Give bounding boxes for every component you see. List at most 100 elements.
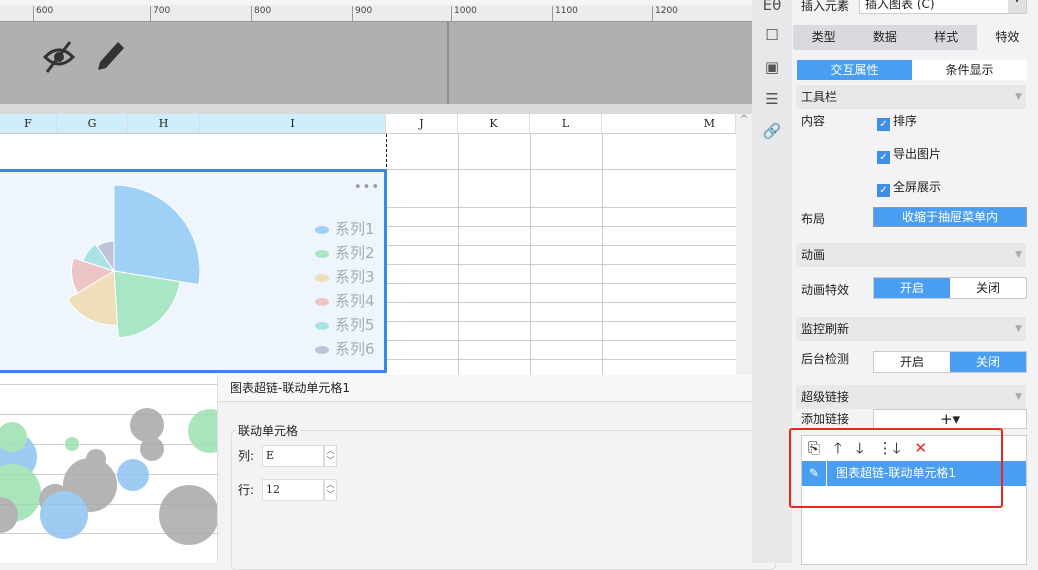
subtab-interaction[interactable]: 交互属性	[797, 60, 912, 80]
bubble	[130, 408, 164, 442]
legend-marker	[315, 345, 329, 354]
row-stepper[interactable]: ︿ ﹀	[324, 479, 337, 501]
section-title: 监控刷新	[801, 322, 850, 336]
ruler-tick: 700	[150, 6, 170, 22]
collapse-icon[interactable]: ▼	[1015, 385, 1022, 409]
collapse-icon[interactable]: ▼	[1015, 317, 1022, 341]
animation-label: 动画特效	[801, 283, 850, 297]
column-header[interactable]: J	[386, 114, 458, 133]
legend-item[interactable]: 系列2	[315, 242, 375, 263]
side-icon-bar: Eθ ☐ ▣ ☰ 🔗	[752, 0, 792, 563]
bubble	[159, 485, 217, 545]
legend-item[interactable]: 系列3	[315, 266, 375, 287]
tab-type[interactable]: 类型	[793, 25, 854, 50]
column-header[interactable]: L	[530, 114, 602, 133]
checkbox-fullscreen[interactable]: ✓ 全屏展示	[877, 178, 941, 197]
layout-block-area[interactable]	[0, 22, 752, 104]
layout-icon[interactable]: ☰	[762, 90, 782, 110]
legend-label: 系列2	[335, 244, 375, 262]
tab-effects[interactable]: 特效	[976, 25, 1038, 50]
rose-pie-chart	[66, 184, 201, 339]
linked-cell-group: 联动单元格 列: E ︿ ﹀ 行: 12 ︿ ﹀	[231, 422, 776, 570]
col-label: 列:	[238, 449, 255, 463]
ruler-tick: 1200	[652, 6, 678, 22]
row-label: 行:	[238, 483, 255, 497]
section-title: 超级链接	[801, 390, 850, 404]
chevron-down-icon[interactable]: ∨	[1008, 0, 1026, 13]
tab-data[interactable]: 数据	[854, 25, 915, 50]
legend-marker	[315, 225, 329, 234]
section-hyperlink[interactable]: 超级链接 ▼	[796, 385, 1026, 409]
eye-slash-icon[interactable]	[42, 40, 76, 74]
legend-item[interactable]: 系列6	[315, 338, 375, 359]
tab-style[interactable]: 样式	[916, 25, 977, 50]
layout-select[interactable]: 收缩于抽屉菜单内	[873, 207, 1027, 227]
toggle-on[interactable]: 开启	[874, 352, 950, 372]
bubble	[65, 437, 79, 451]
legend-item[interactable]: 系列5	[315, 314, 375, 335]
column-header[interactable]: M	[602, 114, 736, 133]
monitor-label: 后台检测	[801, 352, 850, 366]
column-header[interactable]: H	[128, 114, 200, 133]
check-icon: ✓	[877, 184, 890, 197]
scroll-up-icon[interactable]: ^	[740, 114, 748, 125]
checkbox-sort[interactable]: ✓ 排序	[877, 112, 917, 131]
pie-slice[interactable]	[113, 184, 201, 286]
legend-marker	[315, 321, 329, 330]
add-link-label: 添加链接	[801, 412, 850, 426]
frame-icon[interactable]: ☐	[762, 26, 782, 46]
legend-marker	[315, 249, 329, 258]
column-header[interactable]: I	[200, 114, 386, 133]
checkbox-label: 排序	[893, 114, 918, 128]
add-link-button[interactable]: +▾	[873, 409, 1027, 429]
column-header[interactable]: G	[57, 114, 128, 133]
bubble	[117, 459, 149, 491]
section-monitor[interactable]: 监控刷新 ▼	[796, 317, 1026, 341]
col-input[interactable]: E	[262, 445, 324, 467]
ruler-tick: 800	[251, 6, 271, 22]
section-animation[interactable]: 动画 ▼	[796, 243, 1026, 267]
section-title: 工具栏	[801, 90, 838, 104]
content-label: 内容	[801, 114, 826, 128]
monitor-toggle: 开启 关闭	[873, 351, 1027, 373]
vertical-scrollbar[interactable]: ^	[736, 114, 752, 375]
subtab-condition[interactable]: 条件显示	[912, 60, 1027, 80]
legend-label: 系列3	[335, 268, 375, 286]
animation-toggle: 开启 关闭	[873, 277, 1027, 299]
column-header[interactable]: F	[0, 114, 57, 133]
insert-value: 插入图表 (C)	[865, 0, 935, 11]
check-icon: ✓	[877, 151, 890, 164]
more-icon[interactable]: •••	[354, 180, 380, 195]
toggle-on[interactable]: 开启	[874, 278, 950, 298]
section-toolbar[interactable]: 工具栏 ▼	[796, 85, 1026, 109]
toggle-off[interactable]: 关闭	[950, 278, 1026, 298]
checkbox-label: 导出图片	[893, 147, 942, 161]
legend-label: 系列5	[335, 316, 375, 334]
layout-label: 布局	[801, 212, 826, 226]
dialog-title: 图表超链-联动单元格1	[218, 375, 787, 402]
row-input[interactable]: 12	[262, 479, 324, 501]
legend-item[interactable]: 系列1	[315, 218, 375, 239]
chart-info-icon[interactable]: Eθ	[762, 0, 782, 16]
col-stepper[interactable]: ︿ ﹀	[324, 445, 337, 467]
collapse-icon[interactable]: ▼	[1015, 243, 1022, 267]
checkbox-label: 全屏展示	[893, 180, 942, 194]
ruler: 600 700 800 900 1000 1100 1200	[0, 5, 752, 22]
dropdown-widget-icon[interactable]: ▣	[762, 58, 782, 78]
legend-item[interactable]: 系列4	[315, 290, 375, 311]
link-icon[interactable]: 🔗	[762, 122, 782, 142]
insert-element-select[interactable]: 插入图表 (C) ∨	[859, 0, 1027, 14]
pencil-icon[interactable]	[94, 38, 126, 74]
ruler-tick: 900	[352, 6, 372, 22]
pie-slice[interactable]	[113, 270, 181, 339]
toggle-off[interactable]: 关闭	[950, 352, 1026, 372]
checkbox-export[interactable]: ✓ 导出图片	[877, 145, 941, 164]
panel-tabs: 类型 数据 样式 特效	[793, 25, 1038, 50]
pie-chart-widget[interactable]: ••• 系列1 系列2 系列3 系列4 系列5 系列6	[0, 169, 387, 373]
collapse-icon[interactable]: ▼	[1015, 85, 1022, 109]
subtabs: 交互属性 条件显示	[797, 60, 1027, 80]
column-header[interactable]: K	[458, 114, 530, 133]
column-headers: F G H I J K L M	[0, 114, 736, 134]
legend-label: 系列6	[335, 340, 375, 358]
ruler-tick: 600	[33, 6, 53, 22]
